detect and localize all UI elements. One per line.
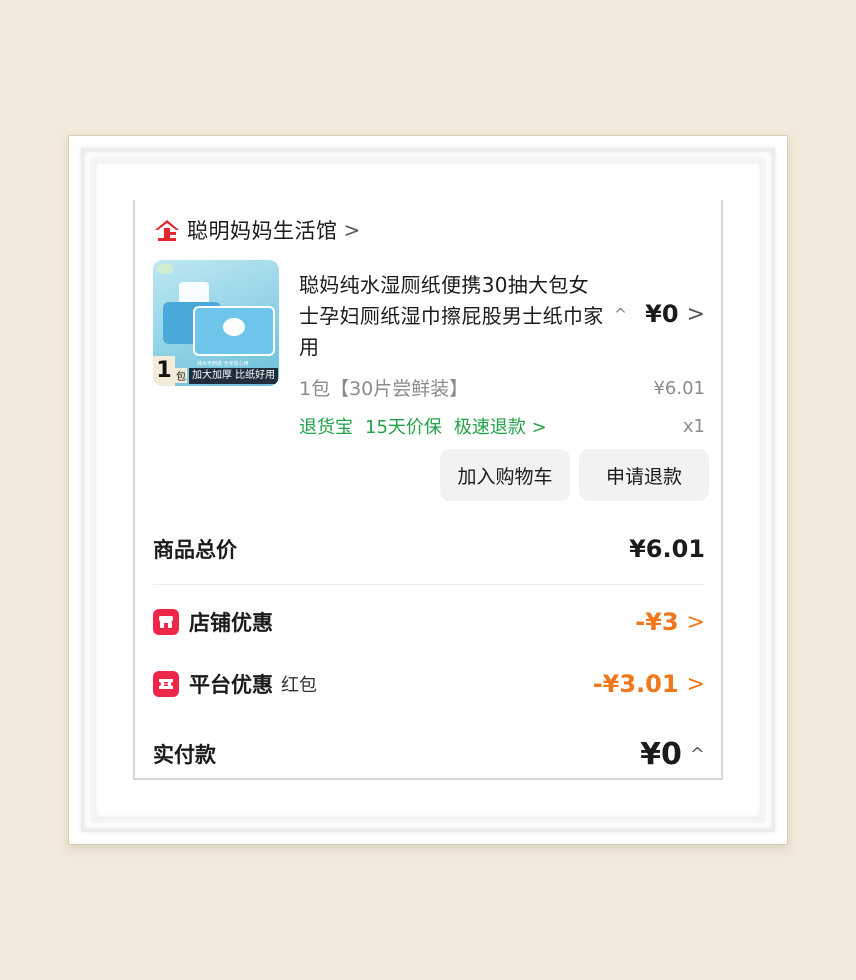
shop-header[interactable]: 聪明妈妈生活馆 > — [153, 214, 360, 246]
thumbnail-tagline: 加大加厚 比纸好用 — [189, 368, 279, 384]
order-card: 聪明妈妈生活馆 > 纯水无刺激 全家放心用 1 包 加大加厚 比纸好用 聪妈纯水… — [133, 200, 723, 780]
product-title[interactable]: 聪妈纯水湿厕纸便携30抽大包女士孕妇厕纸湿巾擦屁股男士纸巾家用 — [299, 270, 609, 363]
shop-discount-row[interactable]: 店铺优惠 -¥3 > — [153, 605, 705, 639]
platform-discount-label: 平台优惠 — [189, 673, 273, 697]
actual-payment-value: ¥0 — [640, 736, 682, 772]
pack-count-badge: 1 — [153, 356, 175, 386]
add-to-cart-button[interactable]: 加入购物车 — [440, 449, 570, 501]
total-price-value: ¥6.01 — [629, 535, 705, 563]
product-price-block[interactable]: ^ ¥0 > — [614, 300, 705, 328]
ticket-icon — [153, 671, 179, 697]
actual-payment-label: 实付款 — [153, 743, 216, 767]
thumbnail-small-text: 纯水无刺激 全家放心用 — [197, 361, 249, 367]
enterprise-store-icon — [153, 218, 181, 242]
mascot-face-icon — [223, 318, 245, 336]
chevron-up-icon[interactable]: ^ — [690, 744, 705, 765]
request-refund-button[interactable]: 申请退款 — [579, 449, 709, 501]
product-quantity: x1 — [682, 416, 705, 437]
product-sku: 1包【30片尝鲜装】 — [299, 378, 469, 400]
shop-name[interactable]: 聪明妈妈生活馆 — [187, 215, 338, 245]
platform-discount-row[interactable]: 平台优惠 红包 -¥3.01 > — [153, 667, 705, 701]
service-tag-fast-refund[interactable]: 极速退款 > — [454, 413, 547, 439]
chevron-right-icon[interactable]: > — [344, 218, 361, 242]
total-price-label: 商品总价 — [153, 538, 237, 562]
divider — [153, 584, 705, 585]
product-thumbnail[interactable]: 纯水无刺激 全家放心用 1 包 加大加厚 比纸好用 — [153, 260, 279, 386]
chevron-right-icon[interactable]: > — [687, 672, 705, 697]
chevron-right-icon[interactable]: > — [687, 610, 705, 635]
brand-logo-icon — [157, 264, 173, 274]
actual-payment-row[interactable]: 实付款 ¥0 ^ — [153, 734, 705, 774]
service-tags[interactable]: 退货宝 15天价保 极速退款 > — [299, 413, 559, 439]
pack-unit-label: 包 — [175, 368, 187, 383]
chevron-up-icon[interactable]: ^ — [614, 305, 627, 324]
platform-discount-value: -¥3.01 — [592, 670, 679, 698]
red-packet-label: 红包 — [281, 675, 317, 696]
store-discount-icon — [153, 609, 179, 635]
shop-discount-value: -¥3 — [635, 608, 679, 636]
shop-discount-label: 店铺优惠 — [189, 611, 273, 635]
service-tag-return-insurance: 退货宝 — [299, 417, 353, 438]
service-tag-price-protect: 15天价保 — [365, 417, 442, 438]
total-price-row: 商品总价 ¥6.01 — [153, 532, 705, 566]
original-price: ¥6.01 — [653, 378, 705, 399]
product-paid-price: ¥0 — [645, 300, 679, 328]
chevron-right-icon[interactable]: > — [687, 302, 705, 327]
